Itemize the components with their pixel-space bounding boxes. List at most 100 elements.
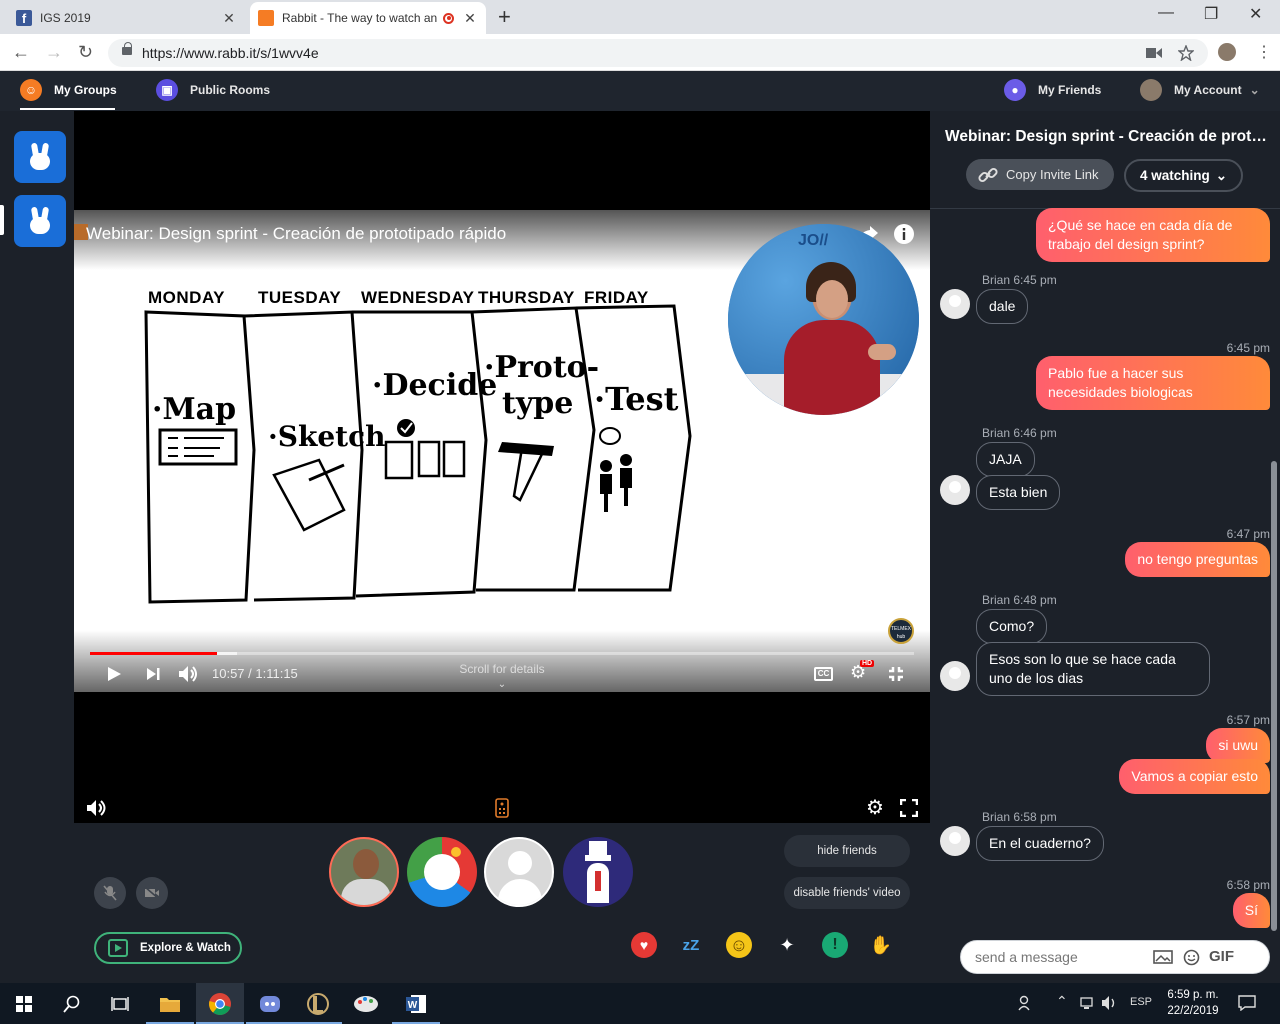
forward-arrow-icon[interactable]: → (45, 43, 63, 61)
chat-panel: Webinar: Design sprint - Creación de pro… (930, 111, 1280, 983)
channel-watermark[interactable]: TELMEX hub (888, 618, 914, 644)
facebook-icon: f (16, 10, 32, 26)
omnibox[interactable]: https://www.rabb.it/s/1wvv4e (108, 39, 1208, 67)
presenter-video-circle: JO// (728, 224, 919, 415)
brian-avatar[interactable] (940, 826, 970, 856)
camera-icon[interactable] (1146, 47, 1162, 59)
search-button[interactable] (48, 983, 96, 1024)
remote-control-icon[interactable] (494, 798, 510, 818)
video-title[interactable]: Webinar: Design sprint - Creación de pro… (86, 224, 506, 244)
tab-close-icon[interactable]: ✕ (462, 10, 478, 27)
friends-icon: ● (1004, 79, 1026, 101)
input-language[interactable]: ESP (1130, 996, 1152, 1008)
gif-button[interactable]: GIF (1209, 948, 1234, 965)
folder-icon (160, 997, 180, 1012)
taskbar-word[interactable]: W (392, 983, 440, 1024)
explore-watch-button[interactable]: Explore & Watch (94, 932, 242, 964)
stage-settings-gear-icon[interactable]: ⚙ (866, 795, 884, 820)
emoji-icon[interactable] (1183, 949, 1200, 966)
hide-friends-button[interactable]: hide friends (784, 835, 910, 867)
taskbar-file-explorer[interactable] (146, 983, 194, 1024)
my-friends-button[interactable]: ● My Friends (1004, 79, 1101, 101)
chat-message-out: Pablo fue a hacer sus necesidades biolog… (1036, 356, 1270, 410)
reaction-heart-icon[interactable]: ♥ (631, 932, 657, 958)
taskbar-clock[interactable]: 6:59 p. m. 22/2/2019 (1164, 987, 1222, 1019)
message-input[interactable]: send a message GIF (960, 940, 1270, 974)
step-map: ·Map (152, 392, 237, 427)
taskbar-paint[interactable] (342, 983, 390, 1024)
minimize-button[interactable]: — (1158, 4, 1174, 22)
brian-avatar[interactable] (940, 661, 970, 691)
reaction-clap-icon[interactable]: ✋ (868, 932, 894, 958)
new-tab-button[interactable]: + (498, 6, 511, 28)
progress-bar[interactable] (90, 652, 217, 655)
svg-text:W: W (408, 1000, 418, 1011)
bookmark-star-icon[interactable] (1178, 45, 1194, 61)
copy-invite-link-button[interactable]: Copy Invite Link (966, 159, 1114, 190)
public-rooms-tab[interactable]: ▣ Public Rooms (156, 79, 270, 101)
watching-dropdown[interactable]: 4 watching ⌄ (1124, 159, 1243, 192)
brian-avatar[interactable] (940, 289, 970, 319)
reaction-sleep-icon[interactable]: zZ (678, 932, 704, 958)
video-time: 10:57 / 1:11:15 (212, 666, 298, 681)
back-arrow-icon[interactable]: ← (12, 43, 30, 61)
start-button[interactable] (0, 983, 48, 1024)
participant-avatar-user[interactable] (329, 837, 399, 907)
captions-icon[interactable]: CC (814, 667, 833, 681)
people-icon[interactable] (1018, 995, 1034, 1011)
tab-igs-2019[interactable]: f IGS 2019 ✕ (8, 2, 245, 34)
tab-title: Rabbit - The way to watch an (282, 11, 438, 25)
profile-avatar[interactable] (1218, 43, 1236, 61)
image-icon[interactable] (1153, 949, 1173, 965)
fullscreen-icon[interactable] (900, 799, 918, 817)
reaction-laugh-icon[interactable]: ☺ (726, 932, 752, 958)
message-meta: 6:47 pm (1226, 527, 1270, 541)
brian-avatar[interactable] (940, 475, 970, 505)
menu-kebab-icon[interactable]: ⋮ (1256, 42, 1272, 62)
exit-fullscreen-icon[interactable] (888, 666, 904, 682)
message-meta: Brian 6:45 pm (982, 273, 1057, 287)
my-groups-tab[interactable]: ☺ My Groups (20, 79, 117, 101)
chat-message-out: no tengo preguntas (1125, 542, 1270, 577)
disable-friends-video-button[interactable]: disable friends' video (784, 877, 910, 909)
participant-avatar-character[interactable] (563, 837, 633, 907)
my-account-button[interactable]: My Account ⌄ (1140, 79, 1260, 101)
tab-close-icon[interactable]: ✕ (221, 10, 237, 27)
reload-icon[interactable]: ↻ (78, 43, 93, 61)
chat-message-in: Esos son lo que se hace cada uno de los … (976, 642, 1210, 696)
group-rabbit-2[interactable] (14, 195, 66, 247)
clock-time: 6:59 p. m. (1167, 989, 1219, 1001)
notifications-icon[interactable] (1238, 995, 1256, 1011)
participant-avatar-default[interactable] (484, 837, 554, 907)
tab-title: IGS 2019 (40, 11, 91, 25)
mic-off-icon[interactable] (94, 877, 126, 909)
speaker-icon[interactable] (1101, 995, 1119, 1011)
play-icon[interactable] (106, 666, 122, 682)
task-view-button[interactable] (96, 983, 144, 1024)
taskbar-league[interactable] (294, 983, 342, 1024)
message-meta: 6:45 pm (1226, 341, 1270, 355)
chevron-up-icon[interactable]: ⌃ (1056, 993, 1068, 1010)
network-icon[interactable] (1080, 995, 1096, 1011)
chat-message-in: En el cuaderno? (976, 826, 1104, 861)
scroll-for-details[interactable]: Scroll for details ⌄ (434, 662, 570, 690)
copy-invite-label: Copy Invite Link (1006, 167, 1099, 182)
recording-icon (443, 12, 454, 24)
taskbar-discord[interactable] (246, 983, 294, 1024)
youtube-player[interactable]: Webinar: Design sprint - Creación de pro… (74, 210, 930, 692)
camera-off-icon[interactable] (136, 877, 168, 909)
restore-button[interactable]: ❐ (1204, 4, 1218, 24)
window-close-button[interactable]: ✕ (1249, 4, 1262, 24)
reaction-cheers-icon[interactable]: ✦ (774, 932, 800, 958)
chat-scrollbar[interactable] (1271, 461, 1277, 931)
next-icon[interactable] (146, 667, 162, 681)
my-friends-label: My Friends (1038, 83, 1102, 97)
participant-avatar-logo[interactable] (407, 837, 477, 907)
volume-icon[interactable] (178, 665, 200, 683)
stage-volume-icon[interactable] (86, 798, 110, 818)
group-rabbit-1[interactable] (14, 131, 66, 183)
reaction-alert-icon[interactable]: ! (822, 932, 848, 958)
tab-rabbit[interactable]: Rabbit - The way to watch an ✕ (250, 2, 486, 34)
chevron-down-icon: ⌄ (1249, 83, 1260, 97)
taskbar-chrome[interactable] (196, 983, 244, 1024)
